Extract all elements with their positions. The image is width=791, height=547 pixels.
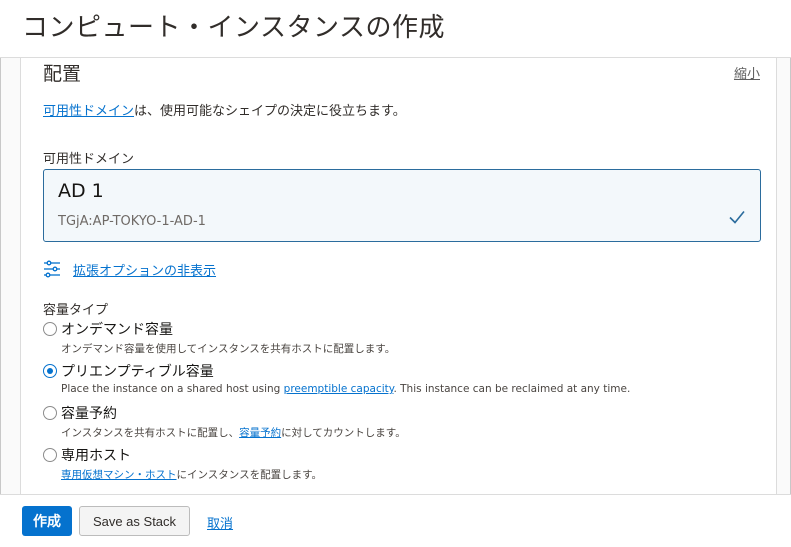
page-title: コンピュート・インスタンスの作成 <box>22 13 445 43</box>
radio-dedicated-host[interactable] <box>43 448 57 462</box>
save-as-stack-button[interactable]: Save as Stack <box>79 506 190 536</box>
section-title: 配置 <box>43 63 82 85</box>
option-label: プリエンプティブル容量 <box>61 364 214 380</box>
option-description-text: オンデマンド容量を使用してインスタンスを共有ホストに配置します。 <box>61 343 396 355</box>
capacity-option-reservation: 容量予約 インスタンスを共有ホストに配置し、容量予約に対してカウントします。 <box>43 403 743 443</box>
checkmark-icon <box>729 210 745 224</box>
availability-domain-help-link[interactable]: 可用性ドメイン <box>43 104 134 119</box>
capacity-option-dedicated-host: 専用ホスト 専用仮想マシン・ホストにインスタンスを配置します。 <box>43 445 743 485</box>
ad-id: TGjA:AP-TOKYO-1-AD-1 <box>58 214 206 229</box>
create-button[interactable]: 作成 <box>22 506 72 536</box>
page-gutter-right <box>777 58 791 494</box>
option-label: 専用ホスト <box>61 448 131 464</box>
option-description: インスタンスを共有ホストに配置し、容量予約に対してカウントします。 <box>61 425 406 440</box>
capacity-reservation-link[interactable]: 容量予約 <box>239 427 281 439</box>
form-footer: 作成 Save as Stack 取消 <box>0 494 791 547</box>
availability-domain-label: 可用性ドメイン <box>43 152 135 167</box>
collapse-link[interactable]: 縮小 <box>734 63 760 82</box>
option-label: 容量予約 <box>61 406 117 422</box>
option-description-text-end: にインスタンスを配置します。 <box>176 469 323 481</box>
option-description: 専用仮想マシン・ホストにインスタンスを配置します。 <box>61 467 322 482</box>
advanced-options-label: 拡張オプションの非表示 <box>73 264 217 279</box>
capacity-type-label: 容量タイプ <box>43 303 109 318</box>
intro-text: 可用性ドメインは、使用可能なシェイプの決定に役立ちます。 <box>43 100 406 119</box>
option-label: オンデマンド容量 <box>61 322 173 338</box>
option-description-text: Place the instance on a shared host usin… <box>61 383 284 395</box>
option-description-text-end: に対してカウントします。 <box>281 427 406 439</box>
capacity-option-preemptible: プリエンプティブル容量 Place the instance on a shar… <box>43 361 743 401</box>
cancel-link[interactable]: 取消 <box>207 513 233 532</box>
dedicated-vm-host-link[interactable]: 専用仮想マシン・ホスト <box>61 469 177 481</box>
radio-preemptible[interactable] <box>43 364 57 378</box>
radio-capacity-reservation[interactable] <box>43 406 57 420</box>
page-header: コンピュート・インスタンスの作成 <box>0 0 791 58</box>
sliders-icon <box>44 260 60 278</box>
availability-domain-card-ad1[interactable]: AD 1 TGjA:AP-TOKYO-1-AD-1 <box>43 169 761 242</box>
placement-section: 配置 縮小 可用性ドメインは、使用可能なシェイプの決定に役立ちます。 可用性ドメ… <box>20 58 777 494</box>
ad-name: AD 1 <box>58 180 104 202</box>
capacity-option-on-demand: オンデマンド容量 オンデマンド容量を使用してインスタンスを共有ホストに配置します… <box>43 319 743 359</box>
option-description-text-end: . This instance can be reclaimed at any … <box>393 383 631 395</box>
option-description-text: インスタンスを共有ホストに配置し、 <box>61 427 240 439</box>
option-description: オンデマンド容量を使用してインスタンスを共有ホストに配置します。 <box>61 341 395 356</box>
preemptible-capacity-link[interactable]: preemptible capacity <box>284 383 394 395</box>
option-description: Place the instance on a shared host usin… <box>61 383 630 395</box>
intro-description: は、使用可能なシェイプの決定に役立ちます。 <box>134 104 406 119</box>
page-gutter-left <box>0 58 20 494</box>
radio-on-demand[interactable] <box>43 322 57 336</box>
